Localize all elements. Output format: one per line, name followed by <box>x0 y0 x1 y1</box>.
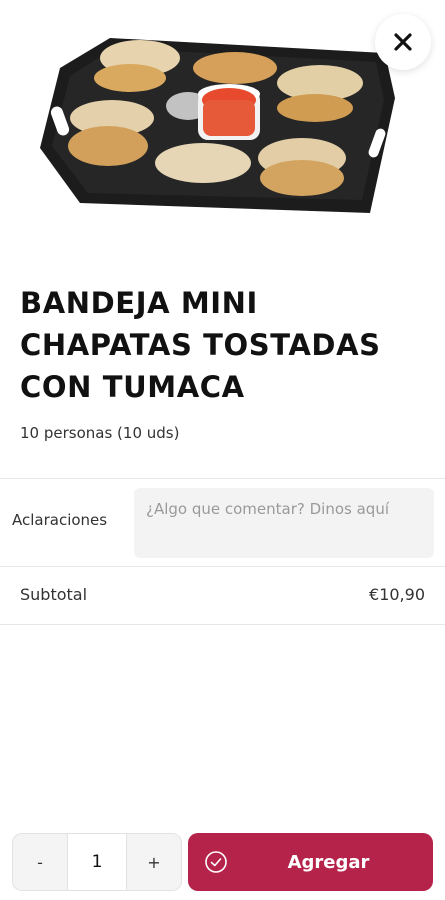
increment-button[interactable]: + <box>127 834 181 890</box>
close-button[interactable] <box>375 14 431 70</box>
add-to-cart-button[interactable]: Agregar <box>188 833 433 891</box>
check-circle-icon <box>205 851 227 873</box>
notes-input[interactable] <box>134 488 434 558</box>
notes-label: Aclaraciones <box>12 511 108 529</box>
quantity-stepper: - 1 + <box>12 833 182 891</box>
decrement-button[interactable]: - <box>13 834 67 890</box>
cart-bar: - 1 + Agregar <box>0 820 445 900</box>
product-subtitle: 10 personas (10 uds) <box>20 424 180 442</box>
close-icon <box>394 33 412 51</box>
product-title: BANDEJA MINI CHAPATAS TOSTADAS CON TUMAC… <box>20 286 381 404</box>
subtotal-label: Subtotal <box>20 585 88 604</box>
subtotal-row: Subtotal €10,90 <box>0 566 445 624</box>
product-image <box>0 0 445 258</box>
divider <box>0 478 445 479</box>
notes-row: Aclaraciones <box>0 480 445 566</box>
quantity-value: 1 <box>67 834 127 890</box>
subtotal-value: €10,90 <box>369 585 425 604</box>
divider <box>0 624 445 625</box>
tray-image <box>40 38 395 213</box>
